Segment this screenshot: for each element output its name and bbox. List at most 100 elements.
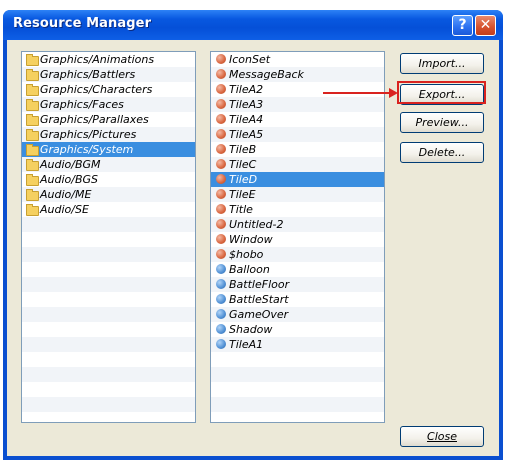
folder-label: Audio/ME	[40, 188, 92, 201]
dialog-client-area: Graphics/Animations Graphics/Battlers Grap…	[7, 40, 499, 456]
close-window-button[interactable]: ✕	[475, 15, 496, 36]
folder-icon	[26, 114, 39, 126]
file-label: MessageBack	[229, 68, 304, 81]
file-list-item[interactable]: TileA1	[211, 337, 384, 352]
file-label: IconSet	[229, 53, 271, 66]
file-list-item[interactable]: Shadow	[211, 322, 384, 337]
red-resource-icon	[216, 189, 226, 199]
file-label: TileA1	[229, 338, 264, 351]
blue-resource-icon	[216, 279, 226, 289]
folder-list-item[interactable]: Graphics/Parallaxes	[22, 112, 195, 127]
folder-label: Graphics/Faces	[40, 98, 124, 111]
file-list-item[interactable]: TileA3	[211, 97, 384, 112]
file-label: TileA3	[229, 98, 264, 111]
file-list-item[interactable]: Window	[211, 232, 384, 247]
file-label: TileE	[229, 188, 256, 201]
close-button[interactable]: Close	[400, 426, 484, 447]
folder-list-item[interactable]: Graphics/Faces	[22, 97, 195, 112]
file-label: Title	[229, 203, 253, 216]
file-rows: IconSet MessageBack TileA2 TileA3 TileA4 Tile…	[211, 52, 384, 422]
import-button[interactable]: Import...	[400, 53, 484, 74]
file-label: $hobo	[229, 248, 264, 261]
folder-list[interactable]: Graphics/Animations Graphics/Battlers Grap…	[21, 51, 196, 423]
red-resource-icon	[216, 234, 226, 244]
file-list-item[interactable]: TileA4	[211, 112, 384, 127]
blue-resource-icon	[216, 264, 226, 274]
file-list-item[interactable]: TileA2	[211, 82, 384, 97]
folder-list-item[interactable]: Graphics/Battlers	[22, 67, 195, 82]
folder-label: Audio/BGM	[40, 158, 101, 171]
folder-icon	[26, 69, 39, 81]
folder-icon	[26, 189, 39, 201]
folder-list-item[interactable]: Audio/BGS	[22, 172, 195, 187]
red-resource-icon	[216, 99, 226, 109]
title-bar[interactable]: Resource Manager ? ✕	[3, 10, 503, 40]
folder-label: Audio/BGS	[40, 173, 99, 186]
folder-label: Graphics/Characters	[40, 83, 153, 96]
folder-list-item[interactable]: Graphics/Pictures	[22, 127, 195, 142]
export-highlight-box	[397, 81, 486, 104]
file-list-item[interactable]: TileA5	[211, 127, 384, 142]
file-list-item[interactable]: IconSet	[211, 52, 384, 67]
preview-button[interactable]: Preview...	[400, 112, 484, 133]
folder-label: Graphics/System	[40, 143, 134, 156]
folder-icon	[26, 204, 39, 216]
folder-list-item[interactable]: Audio/ME	[22, 187, 195, 202]
red-resource-icon	[216, 69, 226, 79]
folder-label: Graphics/Animations	[40, 53, 155, 66]
folder-list-item[interactable]: Graphics/Animations	[22, 52, 195, 67]
annotation-arrow-shaft	[323, 92, 391, 94]
file-label: BattleStart	[229, 293, 289, 306]
folder-icon	[26, 144, 39, 156]
folder-list-item[interactable]: Audio/BGM	[22, 157, 195, 172]
file-list-item[interactable]: BattleStart	[211, 292, 384, 307]
file-list-item[interactable]: Untitled-2	[211, 217, 384, 232]
red-resource-icon	[216, 174, 226, 184]
red-resource-icon	[216, 159, 226, 169]
file-list-item[interactable]: TileE	[211, 187, 384, 202]
file-list-item[interactable]: Title	[211, 202, 384, 217]
folder-label: Audio/SE	[40, 203, 89, 216]
folder-icon	[26, 99, 39, 111]
delete-button-label: Delete...	[418, 146, 466, 159]
file-label: TileD	[229, 173, 258, 186]
red-resource-icon	[216, 249, 226, 259]
folder-label: Graphics/Battlers	[40, 68, 136, 81]
file-list-item[interactable]: Balloon	[211, 262, 384, 277]
red-resource-icon	[216, 114, 226, 124]
file-label: Untitled-2	[229, 218, 284, 231]
file-label: GameOver	[229, 308, 289, 321]
import-button-label: Import...	[418, 57, 466, 70]
file-list-item[interactable]: TileC	[211, 157, 384, 172]
blue-resource-icon	[216, 309, 226, 319]
close-button-label: Close	[427, 430, 457, 443]
file-list-item[interactable]: MessageBack	[211, 67, 384, 82]
file-list-item[interactable]: GameOver	[211, 307, 384, 322]
file-list-item[interactable]: TileB	[211, 142, 384, 157]
folder-icon	[26, 159, 39, 171]
red-resource-icon	[216, 204, 226, 214]
file-label: TileC	[229, 158, 257, 171]
file-label: TileA4	[229, 113, 264, 126]
file-list[interactable]: IconSet MessageBack TileA2 TileA3 TileA4 Tile…	[210, 51, 385, 423]
red-resource-icon	[216, 129, 226, 139]
window-title: Resource Manager	[13, 16, 152, 31]
file-label: BattleFloor	[229, 278, 290, 291]
folder-list-item[interactable]: Audio/SE	[22, 202, 195, 217]
file-list-item[interactable]: $hobo	[211, 247, 384, 262]
delete-button[interactable]: Delete...	[400, 142, 484, 163]
blue-resource-icon	[216, 294, 226, 304]
folder-list-item[interactable]: Graphics/System	[22, 142, 195, 157]
file-list-item[interactable]: TileD	[211, 172, 384, 187]
file-list-item[interactable]: BattleFloor	[211, 277, 384, 292]
preview-button-label: Preview...	[415, 116, 469, 129]
blue-resource-icon	[216, 324, 226, 334]
file-label: TileA2	[229, 83, 264, 96]
folder-icon	[26, 84, 39, 96]
help-button[interactable]: ?	[452, 15, 473, 36]
folder-list-item[interactable]: Graphics/Characters	[22, 82, 195, 97]
folder-rows: Graphics/Animations Graphics/Battlers Grap…	[22, 52, 195, 422]
file-label: Shadow	[229, 323, 273, 336]
folder-label: Graphics/Parallaxes	[40, 113, 149, 126]
red-resource-icon	[216, 144, 226, 154]
